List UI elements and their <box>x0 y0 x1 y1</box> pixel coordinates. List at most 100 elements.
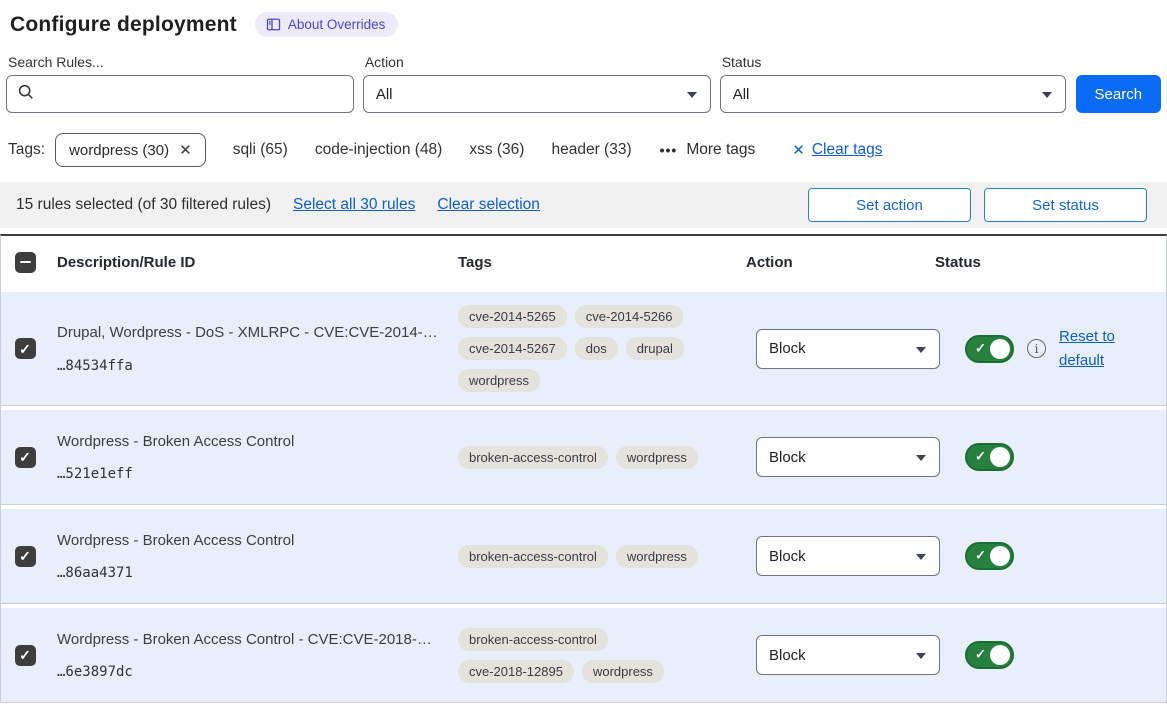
status-filter-select[interactable]: All <box>720 75 1066 113</box>
chevron-down-icon <box>1042 92 1052 98</box>
checkmark-icon: ✓ <box>19 342 31 356</box>
search-rules-input[interactable] <box>43 86 343 103</box>
checkmark-icon: ✓ <box>19 450 31 464</box>
tag-chip-list: cve-2014-5265cve-2014-5266cve-2014-5267d… <box>458 305 737 392</box>
rule-status-cell: ✓ <box>935 641 1166 669</box>
tag-sqli[interactable]: sqli (65) <box>233 141 288 159</box>
set-action-button[interactable]: Set action <box>808 188 971 222</box>
table-row: ✓ Drupal, Wordpress - DoS - XMLRPC - CVE… <box>1 292 1166 406</box>
selected-tag-wordpress[interactable]: wordpress (30) ✕ <box>55 133 206 167</box>
row-checkbox-cell: ✓ <box>1 338 49 359</box>
row-checkbox-cell: ✓ <box>1 447 49 468</box>
column-header-status: Status <box>935 254 1166 271</box>
clear-tags-button[interactable]: ✕ Clear tags <box>792 141 882 159</box>
tag-chip: cve-2018-12895 <box>458 660 574 683</box>
search-button[interactable]: Search <box>1076 75 1161 113</box>
tag-chip: wordpress <box>616 545 698 568</box>
row-checkbox-cell: ✓ <box>1 546 49 567</box>
rule-id: …84534ffa <box>57 358 449 374</box>
rule-tags-cell: broken-access-control wordpress <box>449 545 737 568</box>
tag-chip: cve-2014-5267 <box>458 337 567 360</box>
rule-action-value: Block <box>769 548 806 565</box>
rule-id: …86aa4371 <box>57 565 449 581</box>
rule-action-value: Block <box>769 340 806 357</box>
row-checkbox[interactable]: ✓ <box>15 546 36 567</box>
chevron-down-icon <box>916 347 926 353</box>
rule-enabled-toggle[interactable]: ✓ <box>965 443 1014 471</box>
toggle-check-icon: ✓ <box>975 449 986 465</box>
tag-chip: wordpress <box>458 369 540 392</box>
tag-chip-list: broken-access-control wordpress <box>458 545 737 568</box>
table-row: ✓ Wordpress - Broken Access Control …86a… <box>1 509 1166 604</box>
rule-enabled-toggle[interactable]: ✓ <box>965 542 1014 570</box>
status-filter-value: All <box>733 86 750 103</box>
book-icon <box>266 17 281 32</box>
chevron-down-icon <box>916 455 926 461</box>
rule-action-select[interactable]: Block <box>756 635 940 675</box>
rule-description: Wordpress - Broken Access Control - CVE:… <box>57 630 449 650</box>
tag-chip: cve-2014-5266 <box>575 305 684 328</box>
action-filter-value: All <box>376 86 393 103</box>
chevron-down-icon <box>916 554 926 560</box>
clear-selection-link[interactable]: Clear selection <box>437 196 540 214</box>
about-overrides-label: About Overrides <box>288 17 386 32</box>
tag-chip: wordpress <box>616 446 698 469</box>
about-overrides-badge[interactable]: About Overrides <box>255 12 399 37</box>
more-tags-button[interactable]: ••• More tags <box>660 141 756 159</box>
rule-description-cell: Wordpress - Broken Access Control …521e1… <box>49 432 449 482</box>
info-icon[interactable]: i <box>1027 339 1046 358</box>
tag-chip: drupal <box>626 337 684 360</box>
status-filter-label: Status <box>722 54 1066 70</box>
rule-tags-cell: cve-2014-5265cve-2014-5266cve-2014-5267d… <box>449 305 737 392</box>
tag-chip: broken-access-control <box>458 628 608 651</box>
rule-description: Drupal, Wordpress - DoS - XMLRPC - CVE:C… <box>57 323 449 343</box>
rule-action-cell: Block <box>737 635 935 675</box>
action-filter-select[interactable]: All <box>363 75 711 113</box>
rule-enabled-toggle[interactable]: ✓ <box>965 335 1014 363</box>
rule-action-select[interactable]: Block <box>756 437 940 477</box>
rule-enabled-toggle[interactable]: ✓ <box>965 641 1014 669</box>
reset-to-default-link[interactable]: Reset to default <box>1059 325 1129 373</box>
tag-header[interactable]: header (33) <box>551 141 631 159</box>
column-header-description: Description/Rule ID <box>49 254 449 271</box>
tag-chip: dos <box>575 337 618 360</box>
clear-tags-label: Clear tags <box>812 141 883 159</box>
rule-action-value: Block <box>769 449 806 466</box>
indeterminate-icon <box>20 261 31 264</box>
table-body: ✓ Drupal, Wordpress - DoS - XMLRPC - CVE… <box>1 292 1166 703</box>
clear-tags-icon: ✕ <box>792 141 805 159</box>
chevron-down-icon <box>916 653 926 659</box>
rule-status-cell: ✓ <box>935 443 1166 471</box>
configure-deployment-page: Configure deployment About Overrides Sea… <box>0 12 1167 703</box>
tag-chip: broken-access-control <box>458 446 608 469</box>
toggle-knob <box>990 546 1010 566</box>
search-rules-box <box>6 75 354 113</box>
filter-bar: Search Rules... Action All Status <box>6 54 1161 113</box>
action-filter-label: Action <box>365 54 711 70</box>
row-checkbox[interactable]: ✓ <box>15 338 36 359</box>
tag-chip-list: broken-access-control wordpress <box>458 446 737 469</box>
status-filter-group: Status All <box>720 54 1066 113</box>
rule-action-cell: Block <box>737 329 935 369</box>
rule-action-select[interactable]: Block <box>756 536 940 576</box>
tag-xss[interactable]: xss (36) <box>469 141 524 159</box>
toggle-check-icon: ✓ <box>975 647 986 663</box>
select-all-checkbox[interactable] <box>15 252 36 273</box>
set-status-button[interactable]: Set status <box>984 188 1147 222</box>
remove-tag-icon[interactable]: ✕ <box>179 141 192 159</box>
table-row: ✓ Wordpress - Broken Access Control …521… <box>1 410 1166 505</box>
header-checkbox-cell <box>1 252 49 273</box>
table-row: ✓ Wordpress - Broken Access Control - CV… <box>1 608 1166 703</box>
column-header-action: Action <box>737 254 935 271</box>
more-tags-label: More tags <box>686 141 755 159</box>
rule-action-select[interactable]: Block <box>756 329 940 369</box>
row-checkbox[interactable]: ✓ <box>15 645 36 666</box>
toggle-check-icon: ✓ <box>975 548 986 564</box>
rule-action-cell: Block <box>737 437 935 477</box>
tag-code-injection[interactable]: code-injection (48) <box>315 141 443 159</box>
tags-label: Tags: <box>8 141 45 159</box>
select-all-link[interactable]: Select all 30 rules <box>293 196 415 214</box>
tag-chip: broken-access-control <box>458 545 608 568</box>
table-header-row: Description/Rule ID Tags Action Status <box>1 236 1166 288</box>
row-checkbox[interactable]: ✓ <box>15 447 36 468</box>
